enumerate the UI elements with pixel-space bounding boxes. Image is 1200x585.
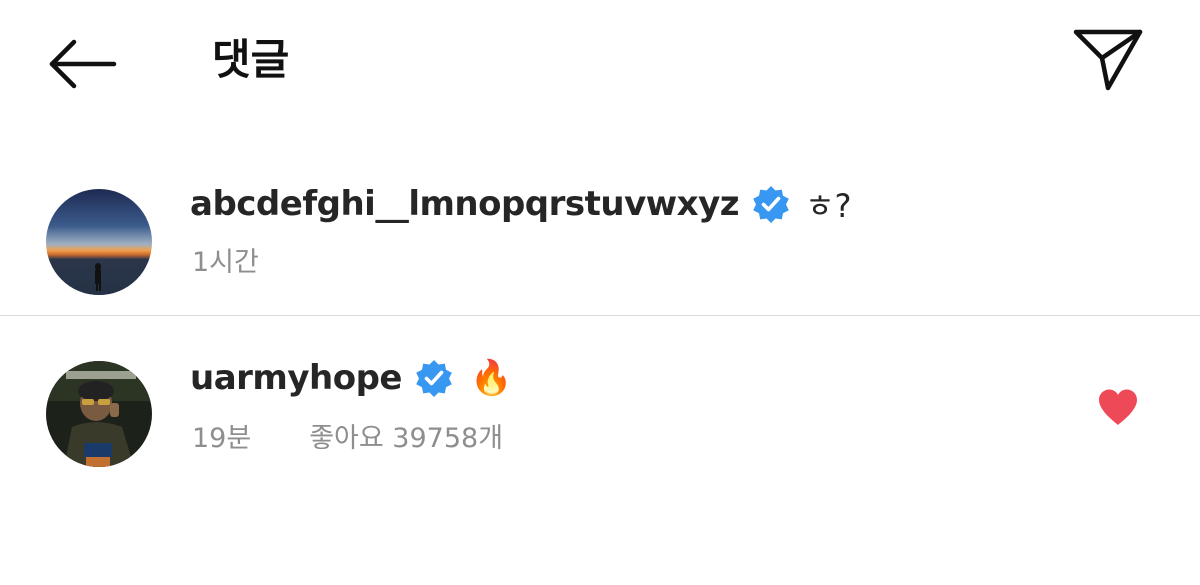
arrow-left-icon xyxy=(49,39,117,89)
back-button[interactable] xyxy=(44,32,120,96)
person-portrait-avatar xyxy=(46,361,152,467)
like-button[interactable] xyxy=(1096,387,1140,427)
fire-emoji: 🔥 xyxy=(469,358,513,398)
comment-header: abcdefghi__lmnopqrstuvwxyz ㅎ? xyxy=(190,178,852,230)
username[interactable]: abcdefghi__lmnopqrstuvwxyz xyxy=(190,184,740,224)
comment-item: abcdefghi__lmnopqrstuvwxyz ㅎ? 1시간 xyxy=(0,166,1200,316)
comment-header: uarmyhope 🔥 xyxy=(190,352,512,404)
divider xyxy=(0,315,1200,316)
page-title: 댓글 xyxy=(212,35,290,84)
comment-time: 19분 xyxy=(192,423,252,454)
comment-time: 1시간 xyxy=(192,247,259,278)
comments-screen: 댓글 abcdefghi__lmnopqrstuvwxyz ㅎ? 1시간 uar… xyxy=(0,0,1200,585)
header: 댓글 xyxy=(0,0,1200,130)
heart-icon xyxy=(1099,389,1137,425)
comment-meta: 1시간 xyxy=(192,240,259,279)
share-button[interactable] xyxy=(1068,24,1148,96)
sunset-silhouette-avatar xyxy=(46,189,152,295)
likes-count[interactable]: 좋아요 39758개 xyxy=(309,416,503,455)
comment-meta: 19분 좋아요 39758개 xyxy=(192,416,503,455)
verified-badge-icon xyxy=(753,186,789,223)
paper-plane-icon xyxy=(1073,29,1143,91)
comment-item: uarmyhope 🔥 19분 좋아요 39758개 xyxy=(0,334,1200,484)
username[interactable]: uarmyhope xyxy=(190,358,402,398)
comment-text: ㅎ? xyxy=(805,187,852,225)
avatar[interactable] xyxy=(46,361,152,467)
avatar[interactable] xyxy=(46,189,152,295)
verified-badge-icon xyxy=(416,360,452,397)
